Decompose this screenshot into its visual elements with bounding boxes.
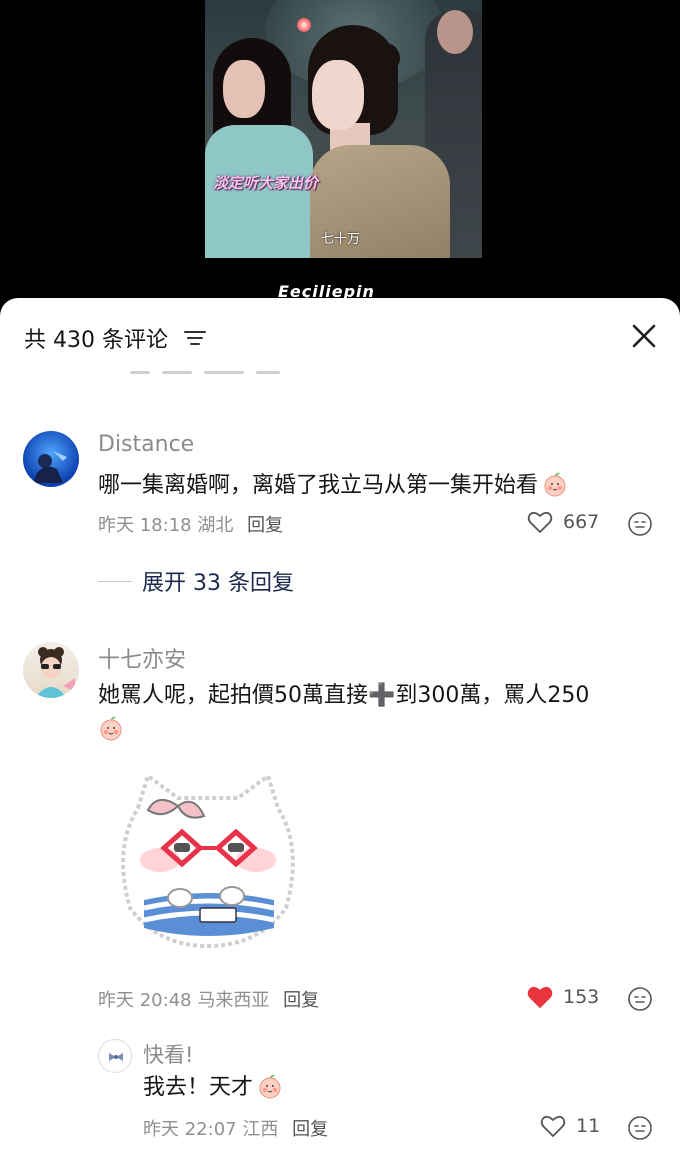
expand-replies-label: 展开 33 条回复 bbox=[142, 571, 294, 596]
avatar[interactable] bbox=[98, 1039, 132, 1073]
heart-outline-icon bbox=[527, 511, 553, 533]
heart-filled-icon bbox=[527, 986, 553, 1008]
reply-location: 江西 bbox=[242, 1119, 279, 1140]
reply-meta: 昨天 22:07 江西 回复 bbox=[143, 1115, 328, 1141]
comment-text: 她罵人呢，起拍價50萬直接➕到300萬，罵人250 bbox=[98, 679, 658, 747]
filter-lines-icon[interactable] bbox=[184, 329, 206, 347]
video-frame[interactable]: 淡定听大家出价 七十万 bbox=[205, 0, 482, 258]
scrolled-text-remnant bbox=[130, 371, 310, 379]
comment-meta: 昨天 18:18 湖北 回复 bbox=[98, 511, 283, 537]
avatar[interactable] bbox=[23, 642, 79, 698]
woman-left bbox=[205, 30, 315, 258]
emoji-reaction-icon[interactable] bbox=[627, 511, 653, 537]
like-button[interactable]: 11 bbox=[540, 1114, 600, 1138]
comment-location: 湖北 bbox=[197, 515, 234, 536]
cat-with-glasses-sticker[interactable] bbox=[108, 768, 308, 958]
comment-text-body: 她罵人呢，起拍價50萬直接➕到300萬，罵人250 bbox=[98, 683, 590, 708]
video-subtitle-top: 淡定听大家出价 bbox=[213, 174, 319, 192]
avatar[interactable] bbox=[23, 431, 79, 487]
comment-time: 昨天 20:48 bbox=[98, 990, 192, 1011]
comment-meta: 昨天 20:48 马来西亚 回复 bbox=[98, 986, 319, 1012]
comment-username[interactable]: Distance bbox=[98, 432, 194, 457]
reply-button[interactable]: 回复 bbox=[247, 515, 283, 536]
reply-username[interactable]: 快看! bbox=[143, 1039, 193, 1069]
comment-time: 昨天 18:18 bbox=[98, 515, 192, 536]
reply-text: 我去！天才 bbox=[143, 1071, 283, 1105]
close-x-icon[interactable] bbox=[628, 320, 660, 352]
like-count: 11 bbox=[576, 1115, 601, 1137]
comment-text-body: 哪一集离婚啊，离婚了我立马从第一集开始看 bbox=[98, 473, 539, 498]
like-count: 667 bbox=[563, 511, 600, 533]
video-subtitle-bottom: 七十万 bbox=[321, 232, 361, 247]
reply-button[interactable]: 回复 bbox=[292, 1119, 328, 1140]
comment-count-title: 共 430 条评论 bbox=[24, 328, 168, 353]
peach-blush-emoji bbox=[100, 716, 122, 741]
like-count: 153 bbox=[563, 986, 600, 1008]
expand-divider bbox=[98, 580, 132, 582]
heart-outline-icon bbox=[540, 1115, 566, 1137]
comment-username[interactable]: 十七亦安 bbox=[98, 642, 186, 674]
peach-blush-emoji bbox=[544, 472, 566, 497]
like-button[interactable]: 667 bbox=[527, 510, 599, 534]
comment-sheet: 共 430 条评论 Distance 哪一集离婚啊，离婚了我立马从第一集开始看 bbox=[0, 298, 680, 1164]
reply-time: 昨天 22:07 bbox=[143, 1119, 237, 1140]
peach-blush-emoji bbox=[259, 1074, 281, 1099]
video-player[interactable]: 淡定听大家出价 七十万 Eeçiliepin bbox=[0, 0, 680, 320]
comment-text: 哪一集离婚啊，离婚了我立马从第一集开始看 bbox=[98, 469, 568, 503]
emoji-reaction-icon[interactable] bbox=[627, 986, 653, 1012]
reply-button[interactable]: 回复 bbox=[283, 990, 319, 1011]
woman-center bbox=[300, 25, 460, 258]
emoji-reaction-icon[interactable] bbox=[627, 1115, 653, 1141]
sheet-header: 共 430 条评论 bbox=[0, 298, 680, 374]
expand-replies-button[interactable]: 展开 33 条回复 bbox=[98, 565, 294, 597]
like-button[interactable]: 153 bbox=[527, 985, 599, 1009]
reply-text-body: 我去！天才 bbox=[143, 1075, 254, 1100]
comment-location: 马来西亚 bbox=[197, 990, 270, 1011]
